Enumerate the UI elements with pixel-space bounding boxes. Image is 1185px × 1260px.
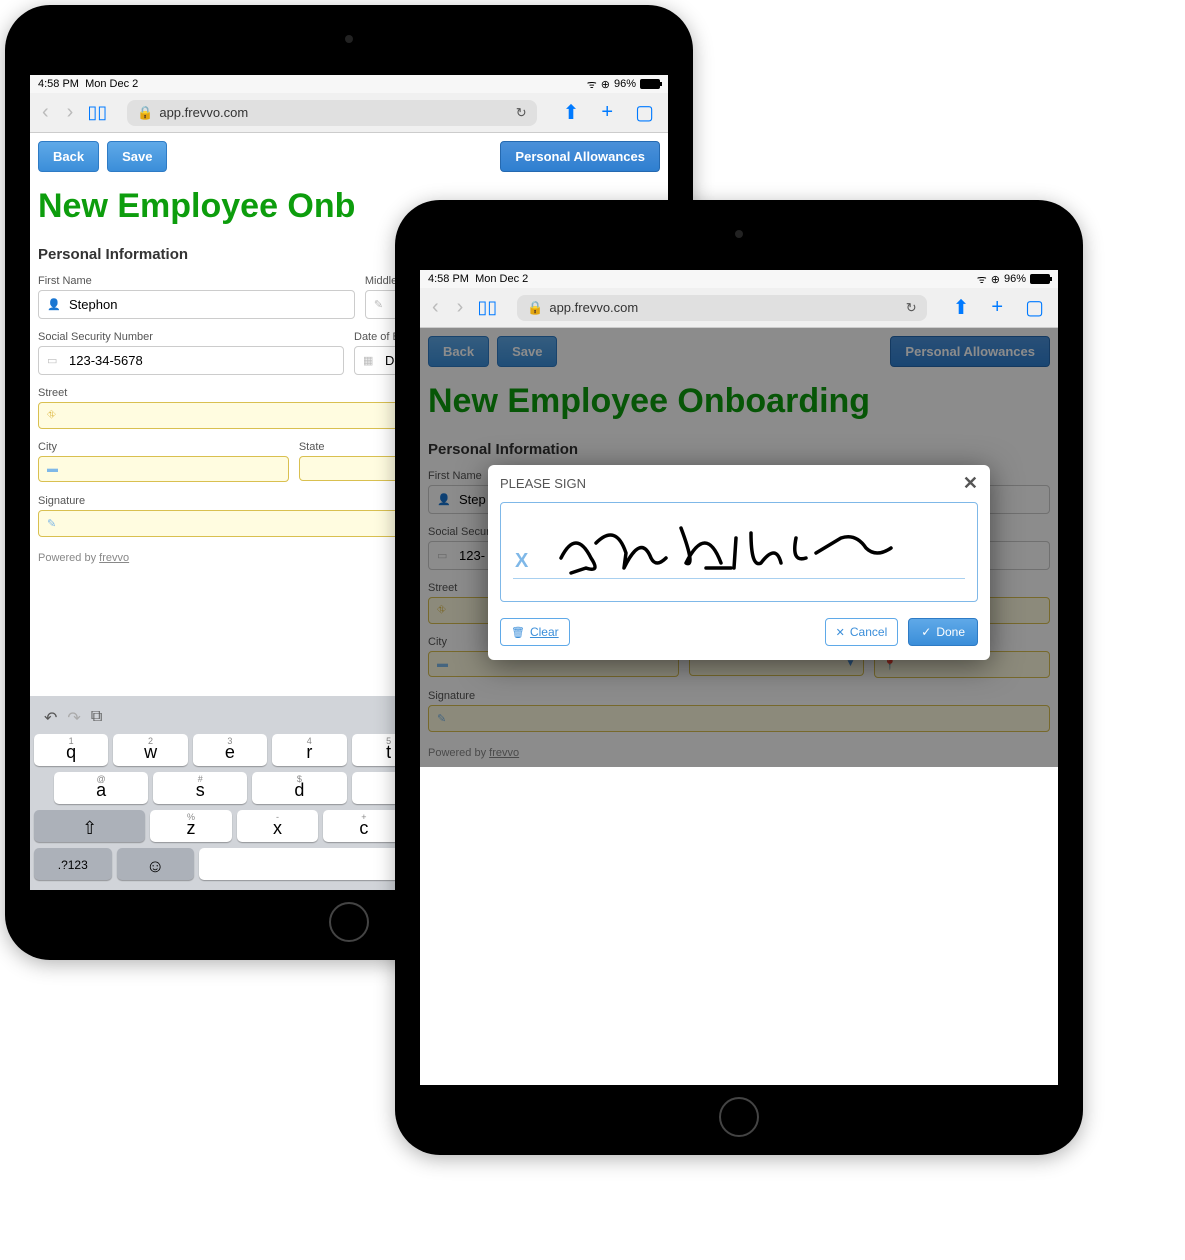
home-button[interactable] xyxy=(719,1097,759,1137)
signature-stroke xyxy=(556,513,916,583)
bookmarks-icon[interactable]: ▯▯ xyxy=(87,102,107,123)
key-s[interactable]: #s xyxy=(153,772,247,804)
key-a[interactable]: @a xyxy=(54,772,148,804)
battery-icon xyxy=(1030,274,1050,284)
pencil-icon: ✎ xyxy=(47,517,61,530)
symbols-key[interactable]: .?123 xyxy=(34,848,112,880)
camera-dot xyxy=(345,35,353,43)
frevvo-link[interactable]: frevvo xyxy=(99,552,129,564)
key-c[interactable]: +c xyxy=(323,810,404,842)
key-e[interactable]: 3e xyxy=(193,734,267,766)
undo-icon[interactable]: ↶ xyxy=(44,708,57,728)
save-button[interactable]: Save xyxy=(107,141,167,172)
first-name-label: First Name xyxy=(38,275,355,287)
city-label: City xyxy=(38,441,289,453)
wifi-icon: ᯤ xyxy=(587,77,597,92)
trash-icon: 🗑 xyxy=(511,626,525,639)
key-r[interactable]: 4r xyxy=(272,734,346,766)
key-x[interactable]: -x xyxy=(237,810,318,842)
rotation-lock-icon: ⊕ xyxy=(601,78,610,91)
edit-icon: ✎ xyxy=(374,298,388,311)
rotation-lock-icon: ⊕ xyxy=(991,273,1000,286)
personal-allowances-button[interactable]: Personal Allowances xyxy=(500,141,660,172)
tabs-icon[interactable]: ▢ xyxy=(629,100,660,125)
battery-percent: 96% xyxy=(1004,273,1026,285)
share-icon[interactable]: ⬆︎ xyxy=(557,100,586,125)
status-time: 4:58 PM xyxy=(38,78,79,90)
nav-forward-icon[interactable]: › xyxy=(453,296,468,319)
lock-icon: 🔒 xyxy=(137,105,153,121)
wifi-icon: ᯤ xyxy=(977,272,987,287)
done-button[interactable]: ✓Done xyxy=(908,618,978,646)
key-w[interactable]: 2w xyxy=(113,734,187,766)
nav-back-icon[interactable]: ‹ xyxy=(38,101,53,124)
back-button[interactable]: Back xyxy=(38,141,99,172)
road-icon: ⛗ xyxy=(47,409,61,422)
close-icon: ✕ xyxy=(836,626,845,639)
tabs-icon[interactable]: ▢ xyxy=(1019,295,1050,320)
url-text: app.frevvo.com xyxy=(159,105,248,120)
battery-icon xyxy=(640,79,660,89)
first-name-input[interactable]: 👤Stephon xyxy=(38,290,355,319)
cancel-button[interactable]: ✕Cancel xyxy=(825,618,899,646)
calendar-icon: ▦ xyxy=(363,354,377,367)
home-button[interactable] xyxy=(329,902,369,942)
share-icon[interactable]: ⬆︎ xyxy=(947,295,976,320)
battery-percent: 96% xyxy=(614,78,636,90)
url-bar[interactable]: 🔒 app.frevvo.com ↻ xyxy=(127,100,536,126)
url-text: app.frevvo.com xyxy=(549,300,638,315)
signature-modal: PLEASE SIGN ✕ X 🗑Clear ✕Cancel ✓Done xyxy=(488,465,990,660)
clipboard-icon[interactable]: ⧉ xyxy=(91,708,102,728)
screen-right: 4:58 PM Mon Dec 2 ᯤ ⊕ 96% ‹ › ▯▯ 🔒 app.f… xyxy=(420,270,1058,1085)
key-z[interactable]: %z xyxy=(150,810,231,842)
signature-canvas[interactable]: X xyxy=(500,502,978,602)
nav-forward-icon[interactable]: › xyxy=(63,101,78,124)
refresh-icon[interactable]: ↻ xyxy=(516,105,527,121)
close-icon[interactable]: ✕ xyxy=(963,473,978,494)
clear-button[interactable]: 🗑Clear xyxy=(500,618,570,646)
ssn-input[interactable]: ▭123-34-5678 xyxy=(38,346,344,375)
signature-x-mark: X xyxy=(515,550,528,573)
ssn-label: Social Security Number xyxy=(38,331,344,343)
shift-key[interactable]: ⇧ xyxy=(34,810,145,842)
status-bar: 4:58 PM Mon Dec 2 ᯤ ⊕ 96% xyxy=(30,75,668,93)
browser-toolbar: ‹ › ▯▯ 🔒 app.frevvo.com ↻ ⬆︎ + ▢ xyxy=(420,288,1058,328)
bookmarks-icon[interactable]: ▯▯ xyxy=(477,297,497,318)
status-date: Mon Dec 2 xyxy=(85,78,138,90)
redo-icon[interactable]: ↷ xyxy=(67,708,80,728)
ipad-device-right: 4:58 PM Mon Dec 2 ᯤ ⊕ 96% ‹ › ▯▯ 🔒 app.f… xyxy=(395,200,1083,1155)
status-date: Mon Dec 2 xyxy=(475,273,528,285)
status-time: 4:58 PM xyxy=(428,273,469,285)
nav-back-icon[interactable]: ‹ xyxy=(428,296,443,319)
status-bar: 4:58 PM Mon Dec 2 ᯤ ⊕ 96% xyxy=(420,270,1058,288)
browser-toolbar: ‹ › ▯▯ 🔒 app.frevvo.com ↻ ⬆︎ + ▢ xyxy=(30,93,668,133)
city-input[interactable]: ▬ xyxy=(38,456,289,482)
modal-title: PLEASE SIGN xyxy=(500,476,586,491)
refresh-icon[interactable]: ↻ xyxy=(906,300,917,316)
emoji-key[interactable]: ☺ xyxy=(117,848,195,880)
new-tab-icon[interactable]: + xyxy=(985,296,1009,319)
key-q[interactable]: 1q xyxy=(34,734,108,766)
person-icon: 👤 xyxy=(47,298,61,311)
key-d[interactable]: $d xyxy=(252,772,346,804)
card-icon: ▭ xyxy=(47,354,61,367)
lock-icon: 🔒 xyxy=(527,300,543,316)
check-icon: ✓ xyxy=(921,625,931,639)
url-bar[interactable]: 🔒 app.frevvo.com ↻ xyxy=(517,295,926,321)
camera-dot xyxy=(735,230,743,238)
new-tab-icon[interactable]: + xyxy=(595,101,619,124)
building-icon: ▬ xyxy=(47,463,61,475)
